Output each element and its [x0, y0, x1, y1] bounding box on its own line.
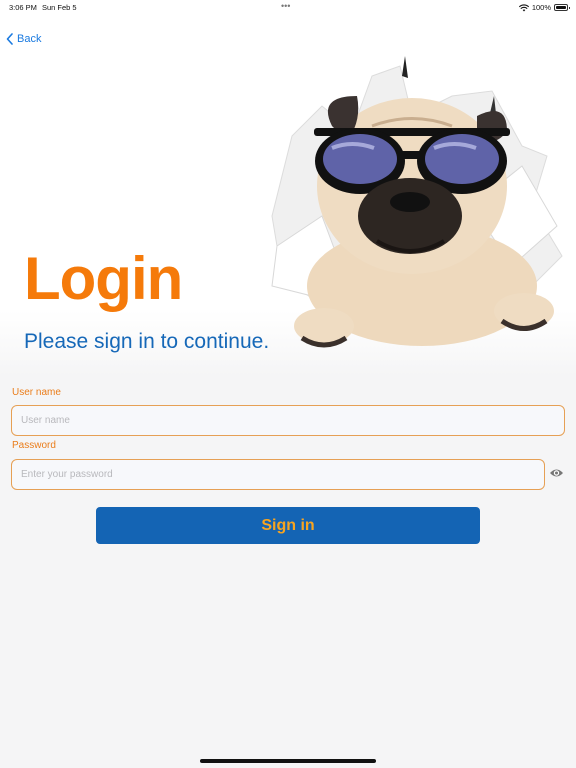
battery-percent: 100% [531, 3, 551, 12]
status-bar: 3:06 PM Sun Feb 5 ••• 100% [0, 0, 576, 14]
pug-illustration [271, 56, 563, 348]
password-input[interactable] [11, 459, 545, 490]
home-indicator[interactable] [200, 759, 376, 763]
page-subtitle: Please sign in to continue. [24, 330, 270, 353]
chevron-left-icon [6, 33, 13, 45]
status-time: 3:06 PM [9, 3, 37, 12]
back-label: Back [17, 33, 42, 45]
battery-icon [554, 4, 570, 11]
status-date: Sun Feb 5 [42, 3, 77, 12]
password-label: Password [12, 440, 56, 451]
back-button[interactable]: Back [6, 33, 41, 45]
multitasking-dots[interactable]: ••• [281, 1, 290, 11]
page-title: Login [24, 245, 183, 312]
status-indicators: 100% [518, 3, 570, 12]
eye-icon[interactable] [549, 467, 564, 479]
wifi-icon [518, 3, 529, 11]
username-input[interactable] [11, 405, 565, 436]
sign-in-button[interactable]: Sign in [96, 507, 480, 544]
username-label: User name [12, 387, 61, 398]
